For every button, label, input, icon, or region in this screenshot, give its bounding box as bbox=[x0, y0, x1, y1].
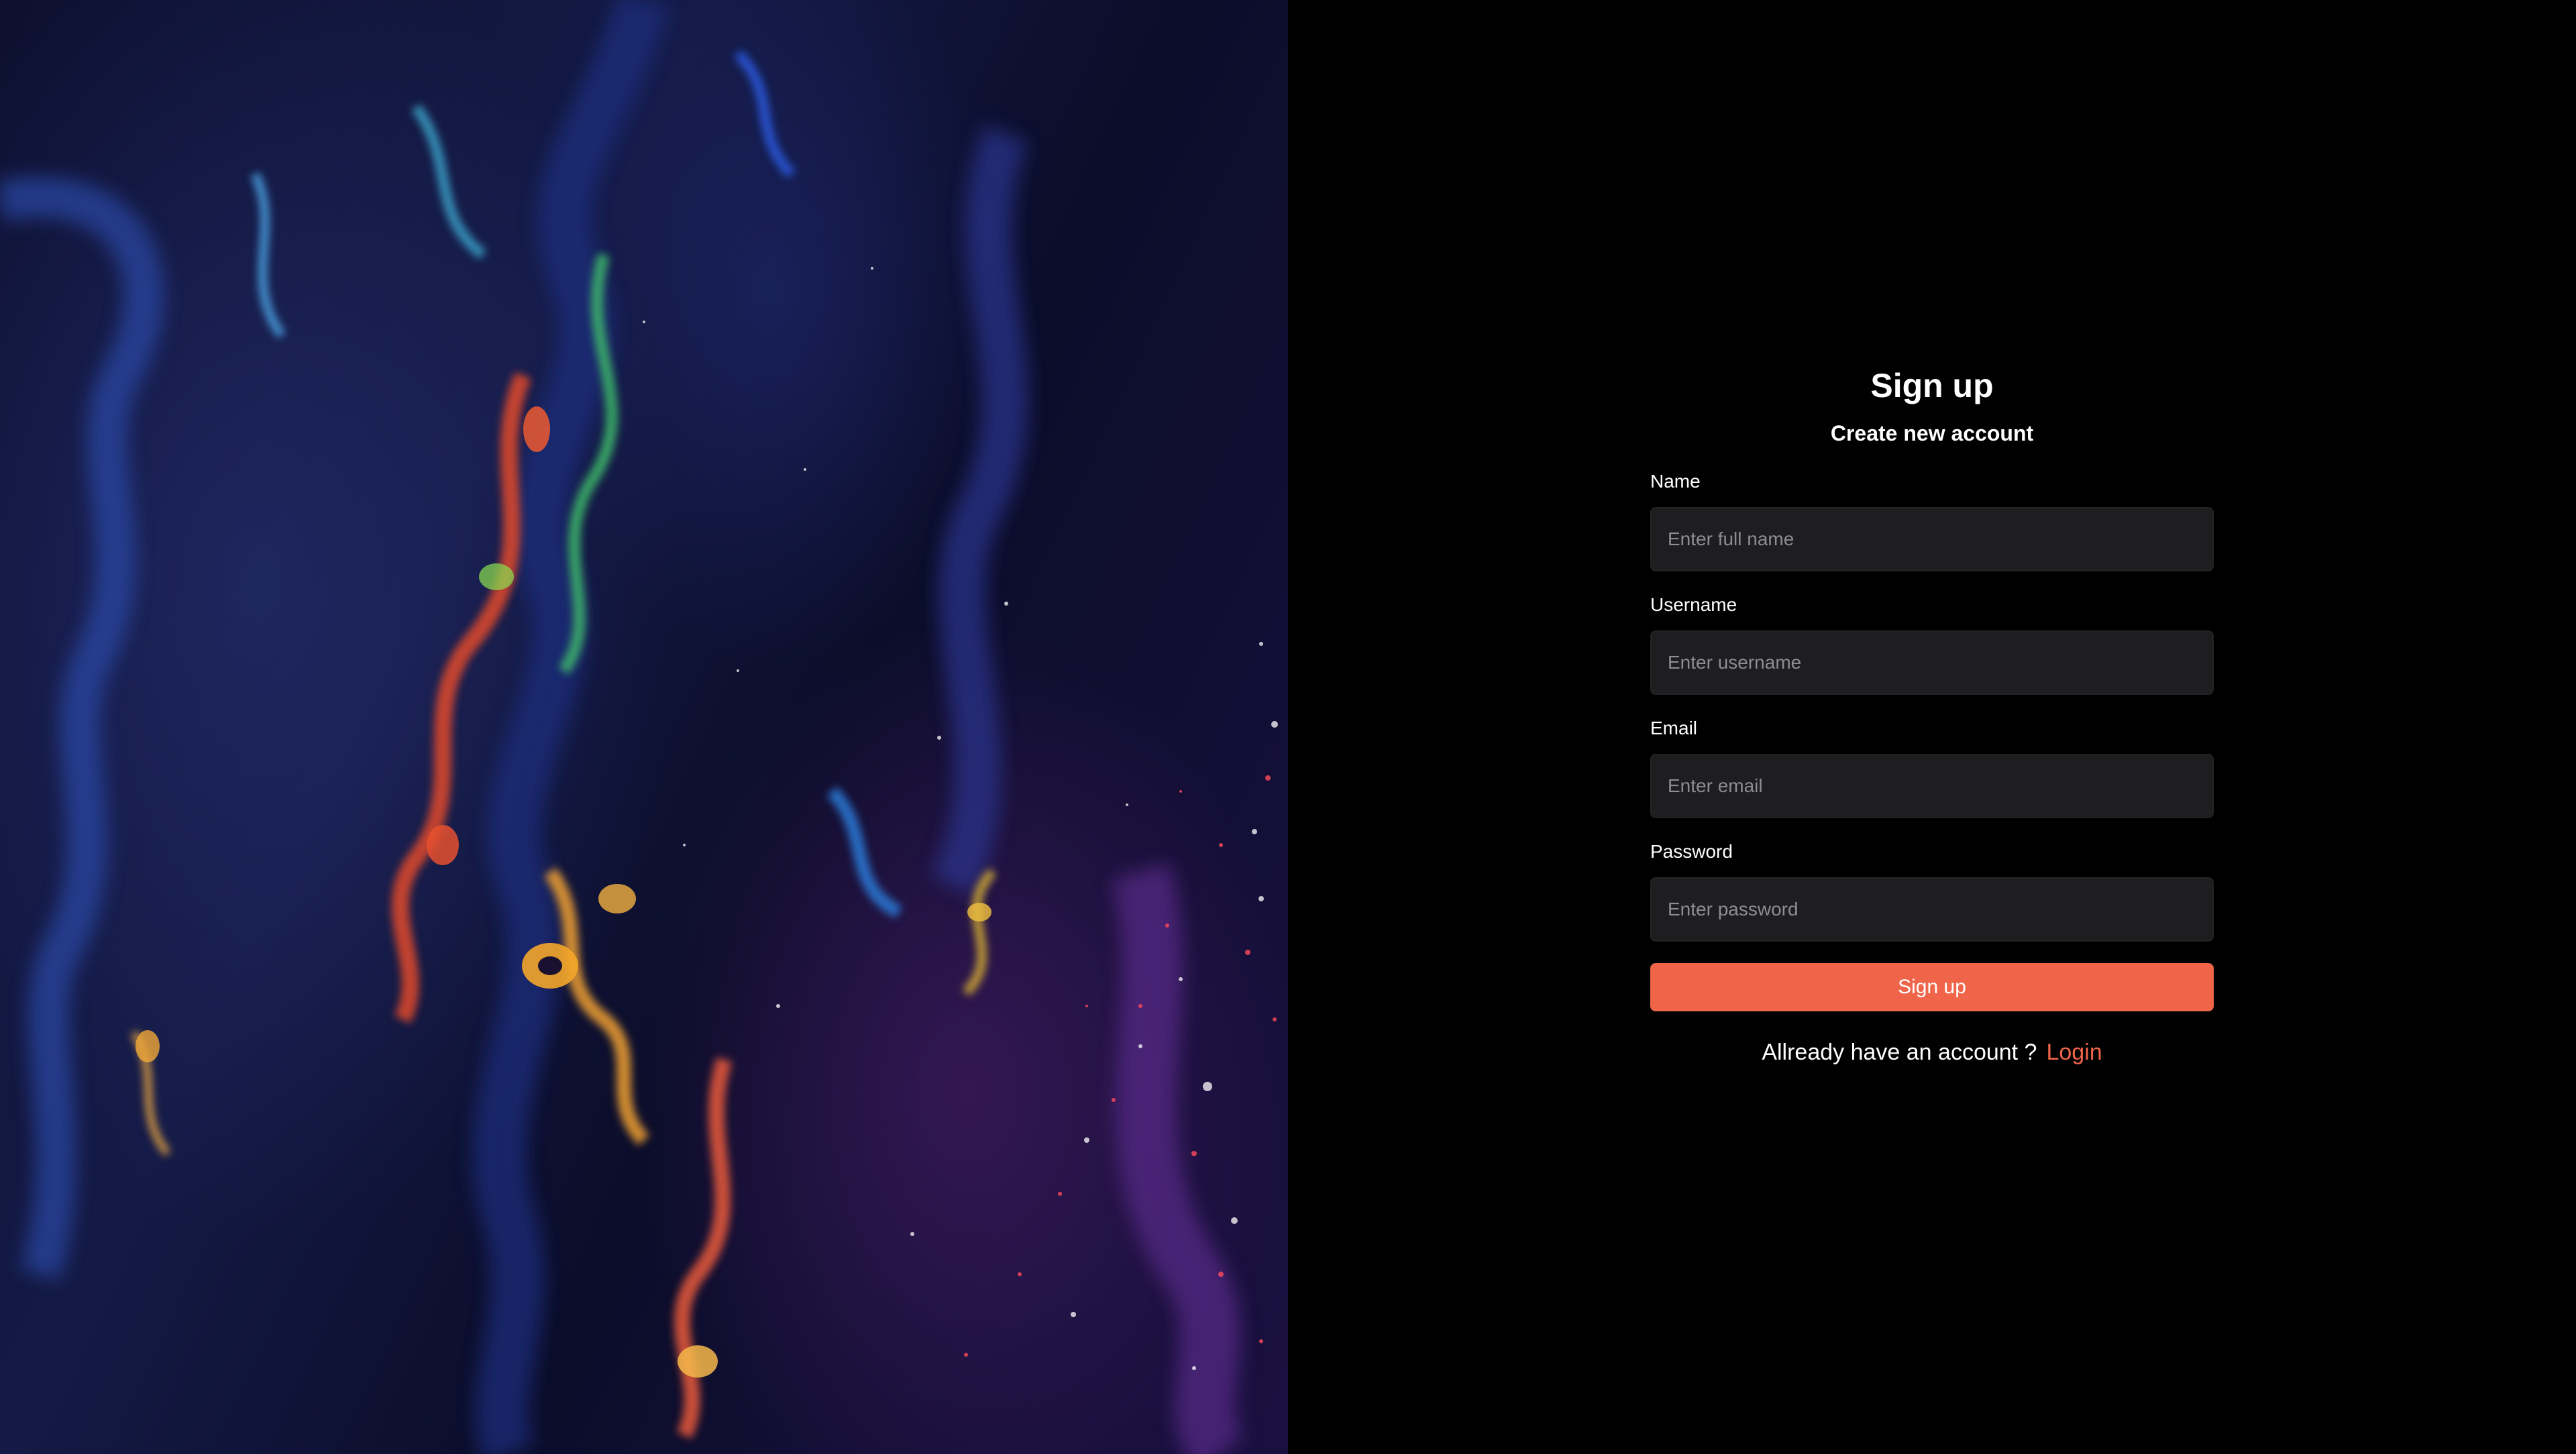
sign-up-button[interactable]: Sign up bbox=[1650, 963, 2214, 1011]
signup-form-panel: Sign up Create new account Name Username… bbox=[1288, 0, 2576, 1454]
email-input[interactable] bbox=[1650, 754, 2214, 818]
signup-page: Sign up Create new account Name Username… bbox=[0, 0, 2576, 1454]
password-field-group: Password bbox=[1650, 838, 2214, 942]
name-field-group: Name bbox=[1650, 468, 2214, 571]
username-field-group: Username bbox=[1650, 592, 2214, 695]
password-label: Password bbox=[1650, 841, 1733, 862]
login-prompt: Allready have an account ? Login bbox=[1650, 1036, 2214, 1069]
login-link[interactable]: Login bbox=[2046, 1040, 2102, 1065]
password-input[interactable] bbox=[1650, 877, 2214, 942]
login-prompt-text: Allready have an account ? bbox=[1762, 1040, 2037, 1065]
page-title: Sign up bbox=[1870, 367, 1994, 404]
name-label: Name bbox=[1650, 471, 1701, 492]
email-field-group: Email bbox=[1650, 715, 2214, 818]
username-label: Username bbox=[1650, 594, 1737, 615]
name-input[interactable] bbox=[1650, 507, 2214, 571]
abstract-art-pattern bbox=[0, 0, 1278, 1454]
username-input[interactable] bbox=[1650, 630, 2214, 695]
page-subtitle: Create new account bbox=[1830, 421, 2034, 445]
signup-form: Sign up Create new account Name Username… bbox=[1650, 362, 2214, 1069]
email-label: Email bbox=[1650, 718, 1698, 738]
abstract-art-image bbox=[0, 0, 1288, 1454]
